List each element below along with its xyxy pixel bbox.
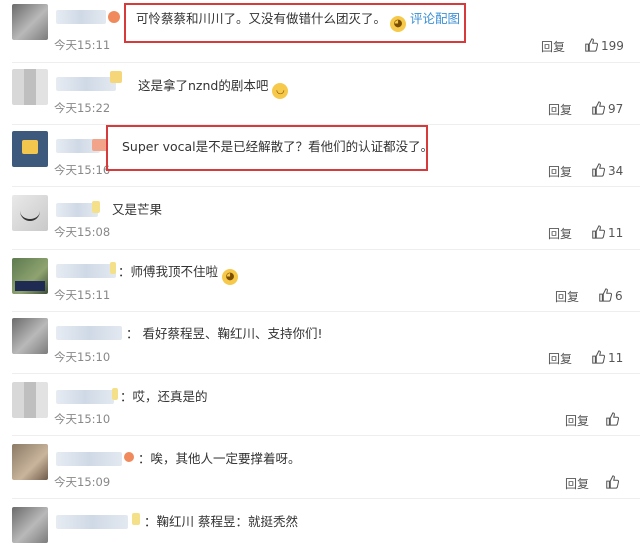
avatar[interactable] xyxy=(12,69,48,105)
avatar[interactable] xyxy=(12,507,48,543)
comment-body: ： 看好蔡程昱、鞠红川、支持你们! xyxy=(126,326,323,341)
reply-button[interactable]: 回复 xyxy=(565,475,589,492)
laughing-emoji-icon: ◡ xyxy=(272,83,289,99)
reply-button[interactable]: 回复 xyxy=(541,38,565,55)
avatar[interactable] xyxy=(12,258,48,294)
thumbs-up-icon xyxy=(606,475,619,489)
username-blurred[interactable] xyxy=(56,10,106,24)
comment-text: ： 看好蔡程昱、鞠红川、支持你们! xyxy=(126,326,323,342)
comment-time: 今天15:10 xyxy=(54,350,111,364)
comment-body: ：哎，还真是的 xyxy=(120,389,208,404)
highlight-box xyxy=(106,125,428,171)
user-badge-icon xyxy=(124,452,134,462)
comment-text: 又是芒果 xyxy=(112,202,162,218)
thumbs-up-icon xyxy=(606,412,619,426)
comment-time: 今天15:11 xyxy=(54,38,111,52)
user-badge-icon xyxy=(132,513,140,525)
comment-time: 今天15:08 xyxy=(54,225,111,239)
username-blurred[interactable] xyxy=(56,390,114,404)
thumbs-up-icon xyxy=(592,225,605,239)
avatar[interactable] xyxy=(12,195,48,231)
user-badge-icon xyxy=(108,11,120,23)
username-blurred[interactable] xyxy=(56,326,122,340)
like-count: 6 xyxy=(615,289,623,303)
comment-item: Super vocal是不是已经解散了？看他们的认证都没了。 今天15:16 回… xyxy=(0,125,640,185)
comment-text: 这是拿了nznd的剧本吧 ◡ xyxy=(138,78,292,99)
user-badge-icon xyxy=(110,262,116,274)
reply-button[interactable]: 回复 xyxy=(548,163,572,180)
username-blurred[interactable] xyxy=(56,264,116,278)
comment-body: 又是芒果 xyxy=(112,202,163,217)
thumbs-up-icon xyxy=(592,101,605,115)
reply-button[interactable]: 回复 xyxy=(548,350,572,367)
username-blurred[interactable] xyxy=(56,452,122,466)
like-button[interactable]: 97 xyxy=(591,101,623,116)
comment-item: ：鞠红川 蔡程昱：就挺秃然 xyxy=(0,499,640,543)
user-badge-icon xyxy=(112,388,118,400)
username-blurred[interactable] xyxy=(56,515,128,529)
comment-body: 这是拿了nznd的剧本吧 xyxy=(138,78,269,93)
like-button[interactable]: 34 xyxy=(591,163,623,178)
comment-time: 今天15:10 xyxy=(54,412,111,426)
reply-button[interactable]: 回复 xyxy=(548,101,572,118)
comment-item: 这是拿了nznd的剧本吧 ◡ 今天15:22 回复 97 xyxy=(0,63,640,123)
avatar[interactable] xyxy=(12,382,48,418)
like-count: 199 xyxy=(601,39,624,53)
comment-time: 今天15:11 xyxy=(54,288,111,302)
like-button[interactable]: 6 xyxy=(598,288,623,303)
comment-item: ：师傅我顶不住啦 ◕ 今天15:11 回复 6 xyxy=(0,250,640,310)
username-blurred[interactable] xyxy=(56,77,116,91)
like-button[interactable] xyxy=(605,475,622,490)
avatar[interactable] xyxy=(12,4,48,40)
user-badge-icon xyxy=(92,201,100,213)
comment-body: ：鞠红川 蔡程昱：就挺秃然 xyxy=(144,514,298,529)
comment-time: 今天15:16 xyxy=(54,163,111,177)
comment-text: ：师傅我顶不住啦 ◕ xyxy=(118,264,242,285)
user-badge-icon xyxy=(110,71,122,83)
comment-text: ：鞠红川 蔡程昱：就挺秃然 xyxy=(144,514,298,530)
like-button[interactable]: 11 xyxy=(591,225,623,240)
like-count: 34 xyxy=(608,164,624,178)
comment-text: ：唉，其他人一定要撑着呀。 xyxy=(138,451,301,467)
comment-time: 今天15:22 xyxy=(54,101,111,115)
comment-item: ：哎，还真是的 今天15:10 回复 xyxy=(0,374,640,434)
cat-emoji-icon: ◕ xyxy=(222,269,239,285)
like-count: 97 xyxy=(608,102,624,116)
comment-item: 又是芒果 今天15:08 回复 11 xyxy=(0,187,640,247)
like-count: 11 xyxy=(608,351,624,365)
avatar[interactable] xyxy=(12,131,48,167)
comment-time: 今天15:09 xyxy=(54,475,111,489)
avatar[interactable] xyxy=(12,444,48,480)
thumbs-up-icon xyxy=(599,288,612,302)
thumbs-up-icon xyxy=(592,350,605,364)
reply-button[interactable]: 回复 xyxy=(565,412,589,429)
like-count: 11 xyxy=(608,226,624,240)
like-button[interactable]: 199 xyxy=(584,38,624,53)
reply-button[interactable]: 回复 xyxy=(548,225,572,242)
comment-item: 可怜蔡蔡和川川了。又没有做错什么团灭了。 ◕ 评论配图 今天15:11 回复 199 xyxy=(0,0,640,60)
thumbs-up-icon xyxy=(592,163,605,177)
avatar[interactable] xyxy=(12,318,48,354)
comment-text: ：哎，还真是的 xyxy=(120,389,208,405)
comment-body: ：唉，其他人一定要撑着呀。 xyxy=(138,451,301,466)
comment-item: ：唉，其他人一定要撑着呀。 今天15:09 回复 xyxy=(0,436,640,496)
comment-item: ： 看好蔡程昱、鞠红川、支持你们! 今天15:10 回复 11 xyxy=(0,312,640,372)
highlight-box xyxy=(124,3,466,43)
comment-body: ：师傅我顶不住啦 xyxy=(118,264,219,279)
reply-button[interactable]: 回复 xyxy=(555,288,579,305)
like-button[interactable] xyxy=(605,412,622,427)
thumbs-up-icon xyxy=(585,38,598,52)
like-button[interactable]: 11 xyxy=(591,350,623,365)
